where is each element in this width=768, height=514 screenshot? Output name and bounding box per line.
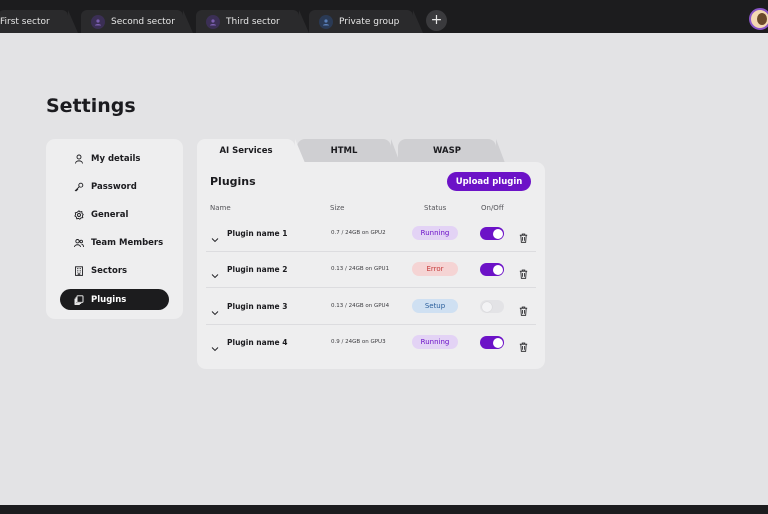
plugin-toggle[interactable]	[480, 263, 504, 276]
plugin-name: Plugin name 1	[227, 229, 288, 238]
plugin-size: 0.13 / 24GB on GPU4	[331, 303, 390, 309]
plugins-icon	[74, 294, 84, 305]
table-row: Plugin name 2 0.13 / 24GB on GPU1 Error	[206, 252, 536, 288]
chevron-down-icon[interactable]	[211, 229, 219, 243]
sidebar-item-label: General	[91, 209, 129, 220]
toggle-knob	[492, 228, 503, 239]
chevron-down-icon[interactable]	[211, 338, 219, 352]
status-badge: Setup	[412, 299, 458, 313]
table-row: Plugin name 1 0.7 / 24GB on GPU2 Running	[206, 216, 536, 252]
tab-label: Third sector	[226, 16, 280, 27]
trash-icon[interactable]	[519, 264, 528, 279]
column-header-onoff: On/Off	[481, 204, 504, 212]
user-icon	[74, 154, 84, 164]
sidebar-item-general[interactable]: General	[60, 204, 169, 225]
tab-html[interactable]: HTML	[297, 139, 400, 163]
settings-sidebar: My details Password General Team Members…	[46, 139, 183, 319]
profile-avatar[interactable]	[749, 8, 768, 30]
tab-wasp[interactable]: WASP	[398, 139, 505, 163]
page-title: Settings	[46, 95, 136, 117]
group-avatar-icon	[91, 14, 105, 29]
building-icon	[74, 265, 84, 276]
tab-private-group[interactable]: Private group	[309, 10, 423, 33]
table-row: Plugin name 3 0.13 / 24GB on GPU4 Setup	[206, 289, 536, 325]
plugin-size: 0.9 / 24GB on GPU3	[331, 339, 386, 345]
sidebar-item-label: Team Members	[91, 237, 164, 248]
trash-icon[interactable]	[519, 228, 528, 243]
avatar-face	[757, 13, 767, 25]
plugins-panel: Plugins Upload plugin Name Size Status O…	[197, 162, 545, 369]
plugin-toggle[interactable]	[480, 227, 504, 240]
tab-label: First sector	[0, 16, 50, 27]
group-avatar-icon	[206, 14, 220, 29]
tab-third-sector[interactable]: Third sector	[196, 10, 309, 33]
plugin-name: Plugin name 4	[227, 338, 288, 347]
sidebar-item-label: Password	[91, 181, 137, 192]
status-badge: Running	[412, 335, 458, 349]
chevron-down-icon[interactable]	[211, 302, 219, 316]
sidebar-item-password[interactable]: Password	[60, 176, 169, 197]
key-icon	[74, 182, 84, 192]
tab-label: Private group	[339, 16, 400, 27]
toggle-knob	[481, 301, 492, 312]
status-badge: Running	[412, 226, 458, 240]
column-header-name: Name	[210, 204, 231, 212]
trash-icon[interactable]	[519, 337, 528, 352]
plugin-toggle[interactable]	[480, 300, 504, 313]
tab-second-sector[interactable]: Second sector	[81, 10, 193, 33]
add-tab-button[interactable]: +	[426, 10, 447, 31]
toggle-knob	[492, 264, 503, 275]
panel-title: Plugins	[210, 175, 256, 188]
sidebar-item-my-details[interactable]: My details	[60, 148, 169, 169]
sidebar-item-team-members[interactable]: Team Members	[60, 232, 169, 253]
sidebar-item-plugins[interactable]: Plugins	[60, 289, 169, 310]
sidebar-item-sectors[interactable]: Sectors	[60, 260, 169, 281]
status-badge: Error	[412, 262, 458, 276]
plugin-name: Plugin name 3	[227, 302, 288, 311]
tab-ai-services[interactable]: AI Services	[197, 139, 305, 163]
toggle-knob	[492, 337, 503, 348]
top-tab-bar: First sector Second sector Third sector …	[0, 0, 768, 33]
sidebar-item-label: Plugins	[91, 294, 127, 305]
upload-plugin-button[interactable]: Upload plugin	[447, 172, 531, 191]
plugin-toggle[interactable]	[480, 336, 504, 349]
column-header-size: Size	[330, 204, 345, 212]
user-avatar-icon	[319, 14, 333, 29]
chevron-down-icon[interactable]	[211, 265, 219, 279]
tab-label: Second sector	[111, 16, 175, 27]
table-row: Plugin name 4 0.9 / 24GB on GPU3 Running	[206, 325, 536, 361]
column-header-status: Status	[424, 204, 447, 212]
plugin-size: 0.13 / 24GB on GPU1	[331, 266, 390, 272]
trash-icon[interactable]	[519, 301, 528, 316]
plugin-size: 0.7 / 24GB on GPU2	[331, 230, 386, 236]
sidebar-item-label: My details	[91, 153, 141, 164]
gear-icon	[74, 209, 84, 220]
bottom-bar	[0, 505, 768, 514]
tab-first-sector[interactable]: First sector	[0, 10, 78, 33]
plugin-name: Plugin name 2	[227, 265, 288, 274]
sidebar-item-label: Sectors	[91, 265, 128, 276]
users-icon	[74, 238, 84, 248]
